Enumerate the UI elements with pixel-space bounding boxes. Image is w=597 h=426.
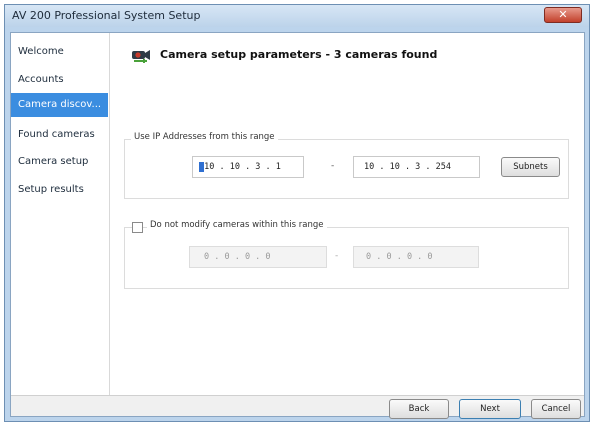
ip-start-field[interactable]: 10 . 10 . 3 . 1 bbox=[192, 156, 304, 178]
cancel-button[interactable]: Cancel bbox=[531, 399, 581, 419]
setup-window: AV 200 Professional System Setup ✕ Welco… bbox=[4, 4, 590, 422]
ip-end-value: 10 . 10 . 3 . 254 bbox=[364, 162, 451, 172]
close-button[interactable]: ✕ bbox=[544, 7, 582, 23]
header-title: Camera setup parameters - 3 cameras foun… bbox=[160, 48, 438, 61]
exclude-range-group: Do not modify cameras within this range … bbox=[124, 220, 569, 289]
ip-end-field[interactable]: 10 . 10 . 3 . 254 bbox=[353, 156, 480, 178]
camera-icon bbox=[132, 50, 150, 63]
sidebar-item-welcome[interactable]: Welcome bbox=[11, 40, 108, 64]
exclude-start-value: 0 . 0 . 0 . 0 bbox=[204, 252, 271, 262]
next-button[interactable]: Next bbox=[459, 399, 521, 419]
exclude-range-label: Do not modify cameras within this range bbox=[147, 220, 327, 230]
ip-range-group: Use IP Addresses from this range 10 . 10… bbox=[124, 132, 569, 199]
sidebar-item-found-cameras[interactable]: Found cameras bbox=[11, 123, 108, 147]
sidebar: Welcome Accounts Camera discov... Found … bbox=[11, 33, 110, 395]
ip-start-value: 10 . 10 . 3 . 1 bbox=[204, 162, 281, 172]
sidebar-item-setup-results[interactable]: Setup results bbox=[11, 178, 108, 202]
exclude-end-value: 0 . 0 . 0 . 0 bbox=[366, 252, 433, 262]
main-content: Camera setup parameters - 3 cameras foun… bbox=[110, 33, 584, 395]
ip-range-separator: - bbox=[331, 161, 335, 171]
back-button[interactable]: Back bbox=[389, 399, 449, 419]
title-bar[interactable]: AV 200 Professional System Setup ✕ bbox=[5, 5, 589, 27]
sidebar-item-camera-setup[interactable]: Camera setup bbox=[11, 150, 108, 174]
exclude-range-separator: - bbox=[335, 251, 339, 261]
exclude-start-field: 0 . 0 . 0 . 0 bbox=[189, 246, 327, 268]
exclude-end-field: 0 . 0 . 0 . 0 bbox=[353, 246, 479, 268]
client-area: Welcome Accounts Camera discov... Found … bbox=[10, 32, 585, 419]
sidebar-item-camera-discovery[interactable]: Camera discov... bbox=[11, 93, 108, 117]
sidebar-item-accounts[interactable]: Accounts bbox=[11, 68, 108, 92]
exclude-checkbox[interactable] bbox=[132, 222, 143, 233]
subnets-button[interactable]: Subnets bbox=[501, 157, 560, 177]
ip-range-label: Use IP Addresses from this range bbox=[131, 132, 278, 142]
window-title: AV 200 Professional System Setup bbox=[12, 9, 201, 22]
close-icon: ✕ bbox=[558, 8, 568, 21]
